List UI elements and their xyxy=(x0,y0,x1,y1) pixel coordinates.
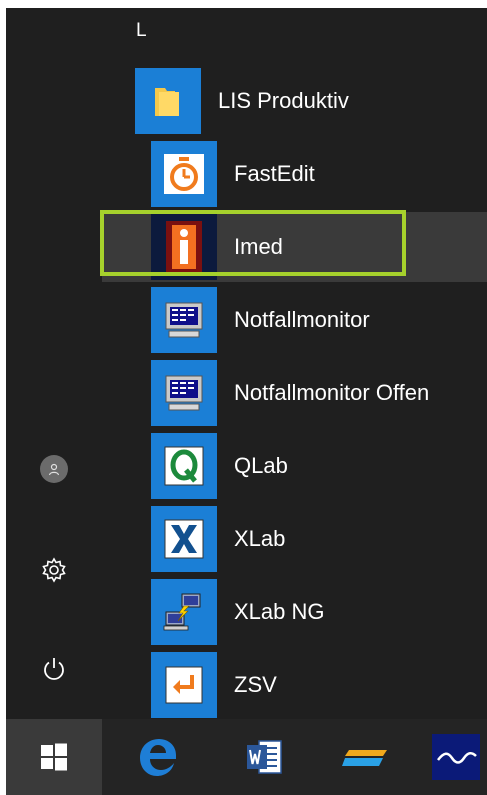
start-left-rail xyxy=(6,8,102,719)
taskbar-edge[interactable] xyxy=(118,719,198,795)
app-tile xyxy=(151,433,217,499)
user-account-button[interactable] xyxy=(28,445,80,493)
highlighter-app-icon xyxy=(342,750,387,766)
waveform-app-icon xyxy=(431,734,480,780)
taskbar-highlighter-app[interactable] xyxy=(326,719,406,795)
taskbar-word[interactable] xyxy=(224,719,304,795)
app-item-xlab-ng[interactable]: XLab NG xyxy=(102,577,487,647)
app-label: XLab xyxy=(234,526,286,551)
power-button[interactable] xyxy=(28,645,80,693)
xlab-x-icon xyxy=(164,519,204,559)
folder-icon xyxy=(155,88,179,116)
settings-gear-icon xyxy=(42,557,66,583)
folder-lis-produktiv[interactable]: LIS Produktiv xyxy=(102,66,487,136)
app-label: XLab NG xyxy=(234,599,325,624)
taskbar-waveform-app[interactable] xyxy=(424,719,487,795)
app-item-notfallmonitor[interactable]: Notfallmonitor xyxy=(102,285,487,355)
app-tile xyxy=(151,141,217,207)
selection-highlight-box xyxy=(100,210,406,276)
taskbar xyxy=(6,719,487,795)
app-item-qlab[interactable]: QLab xyxy=(102,431,487,501)
app-item-fastedit[interactable]: FastEdit xyxy=(102,139,487,209)
edge-browser-icon xyxy=(140,739,176,776)
network-computers-icon xyxy=(163,593,201,631)
folder-tile xyxy=(135,68,201,134)
app-tile xyxy=(151,506,217,572)
app-item-notfallmonitor-offen[interactable]: Notfallmonitor Offen xyxy=(102,358,487,428)
stopwatch-icon xyxy=(164,154,204,194)
user-icon xyxy=(40,455,68,483)
app-tile xyxy=(151,360,217,426)
app-item-xlab[interactable]: XLab xyxy=(102,504,487,574)
app-item-zsv[interactable]: ZSV xyxy=(102,650,487,720)
folder-label: LIS Produktiv xyxy=(218,88,349,113)
app-label: QLab xyxy=(234,453,288,478)
section-letter-header[interactable]: L xyxy=(136,20,147,42)
power-icon xyxy=(44,658,64,680)
start-menu: L LIS Produktiv FastEdit Imed Notfallmon… xyxy=(6,8,487,719)
return-arrow-icon xyxy=(165,666,203,704)
app-tile xyxy=(151,579,217,645)
app-label: FastEdit xyxy=(234,161,315,186)
app-tile xyxy=(151,287,217,353)
settings-button[interactable] xyxy=(28,546,80,594)
monitor-icon xyxy=(165,302,203,338)
app-tile xyxy=(151,652,217,718)
windows-start-icon xyxy=(41,743,67,771)
word-icon xyxy=(247,740,282,774)
monitor-icon xyxy=(165,375,203,411)
app-label: Notfallmonitor xyxy=(234,307,370,332)
start-button[interactable] xyxy=(6,719,102,795)
qlab-q-icon xyxy=(164,446,204,486)
app-label: Notfallmonitor Offen xyxy=(234,380,430,405)
app-label: ZSV xyxy=(234,672,277,697)
